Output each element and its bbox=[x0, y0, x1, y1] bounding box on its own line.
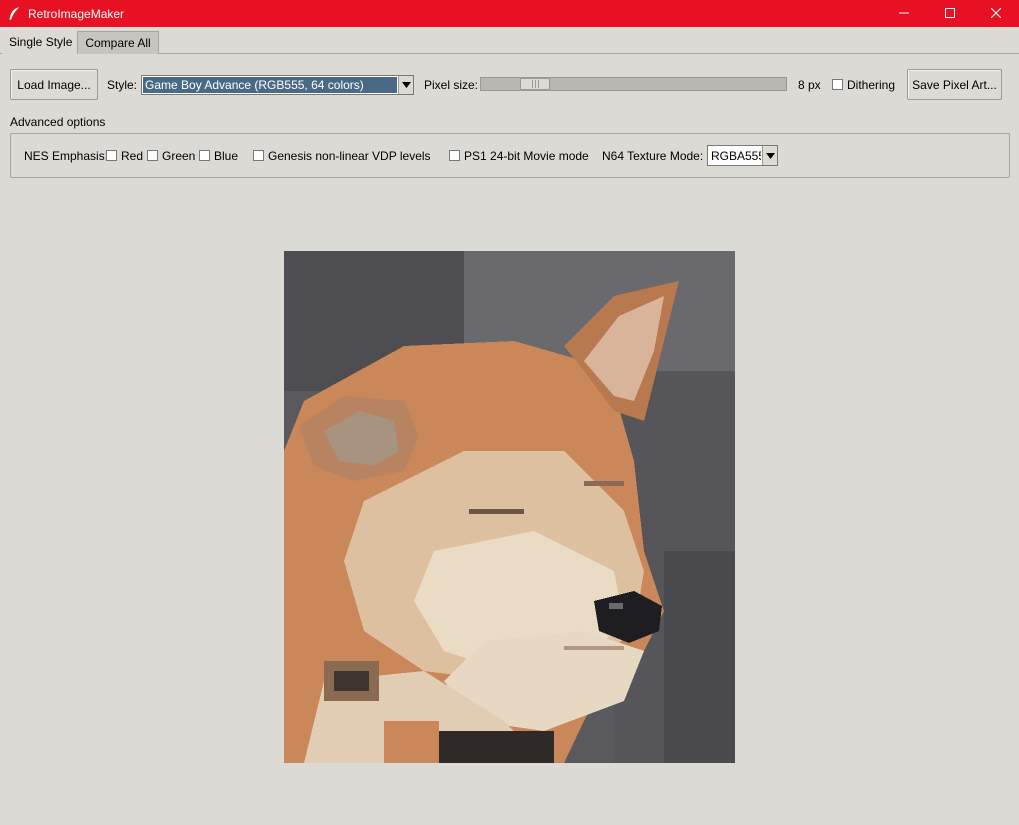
n64-texture-combobox[interactable]: RGBA555 bbox=[707, 145, 778, 166]
close-icon bbox=[990, 7, 1002, 21]
nes-red-checkbox[interactable] bbox=[106, 150, 117, 161]
chevron-down-icon[interactable] bbox=[762, 146, 777, 165]
dithering-checkbox[interactable] bbox=[832, 79, 843, 90]
maximize-button[interactable] bbox=[927, 0, 973, 27]
window-title: RetroImageMaker bbox=[28, 6, 125, 21]
dithering-label: Dithering bbox=[847, 78, 896, 92]
nes-blue-label: Blue bbox=[214, 149, 239, 163]
pixel-size-label: Pixel size: bbox=[424, 78, 479, 92]
nes-green-checkbox[interactable] bbox=[147, 150, 158, 161]
genesis-vdp-label: Genesis non-linear VDP levels bbox=[268, 149, 431, 163]
minimize-button[interactable] bbox=[881, 0, 927, 27]
notebook-tabs: Single Style Compare All bbox=[0, 29, 1019, 54]
nes-green-label: Green bbox=[162, 149, 196, 163]
nes-blue-checkbox[interactable] bbox=[199, 150, 210, 161]
ps1-movie-checkbox[interactable] bbox=[449, 150, 460, 161]
n64-texture-value: RGBA555 bbox=[711, 148, 761, 163]
pixel-size-value: 8 px bbox=[798, 78, 821, 92]
chevron-down-icon[interactable] bbox=[398, 76, 413, 94]
title-bar: RetroImageMaker bbox=[0, 0, 1019, 27]
tab-single-style[interactable]: Single Style bbox=[2, 29, 80, 54]
n64-texture-label: N64 Texture Mode: bbox=[602, 149, 704, 163]
style-label: Style: bbox=[107, 78, 138, 92]
style-value: Game Boy Advance (RGB555, 64 colors) bbox=[143, 77, 397, 93]
maximize-icon bbox=[945, 7, 955, 21]
tab-compare-all[interactable]: Compare All bbox=[77, 31, 159, 54]
nes-red-label: Red bbox=[121, 149, 144, 163]
pixel-art-preview bbox=[284, 251, 735, 763]
load-image-button[interactable]: Load Image... bbox=[10, 69, 98, 100]
close-button[interactable] bbox=[973, 0, 1019, 27]
save-pixel-art-button[interactable]: Save Pixel Art... bbox=[907, 69, 1002, 100]
genesis-vdp-checkbox[interactable] bbox=[253, 150, 264, 161]
pixel-size-slider[interactable] bbox=[480, 77, 787, 91]
minimize-icon bbox=[899, 7, 909, 21]
advanced-options-title: Advanced options bbox=[10, 115, 106, 129]
ps1-movie-label: PS1 24-bit Movie mode bbox=[464, 149, 589, 163]
slider-handle[interactable] bbox=[520, 78, 550, 90]
nes-emphasis-label: NES Emphasis: bbox=[24, 149, 109, 163]
style-combobox[interactable]: Game Boy Advance (RGB555, 64 colors) bbox=[141, 75, 414, 95]
feather-icon bbox=[6, 6, 22, 22]
